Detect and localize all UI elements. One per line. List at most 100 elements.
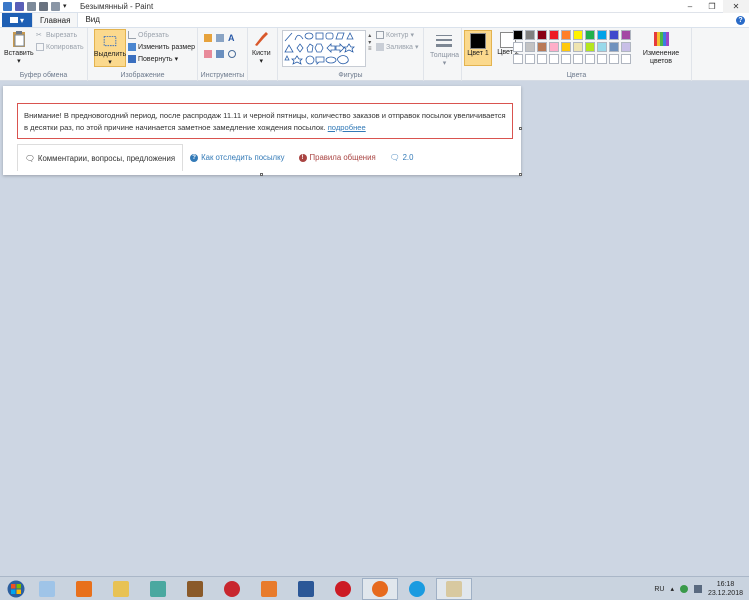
help-icon[interactable]: ? — [736, 16, 745, 25]
undo-icon[interactable] — [27, 1, 36, 11]
tab-home[interactable]: Главная — [32, 12, 79, 27]
rotate-button[interactable]: Повернуть ▾ — [128, 55, 178, 63]
palette-swatch[interactable] — [549, 54, 559, 64]
scroll-down-icon[interactable]: ▾ — [368, 39, 371, 46]
taskbar-explorer[interactable] — [103, 578, 139, 600]
crop-button[interactable]: Обрезать — [128, 31, 169, 39]
taskbar-skype[interactable] — [399, 578, 435, 600]
start-button[interactable] — [4, 578, 28, 600]
paste-button[interactable]: Вставить ▾ — [4, 30, 34, 65]
palette-swatch[interactable] — [561, 54, 571, 64]
resize-handle-bottom[interactable] — [260, 173, 263, 176]
firefox-icon — [372, 580, 388, 597]
magnifier-icon[interactable] — [228, 50, 236, 58]
pencil-icon[interactable] — [204, 34, 212, 42]
drawing-canvas[interactable]: Внимание! В предновогодний период, после… — [3, 86, 521, 175]
palette-swatch[interactable] — [597, 30, 607, 40]
taskbar-notepad[interactable] — [29, 578, 65, 600]
scroll-up-icon[interactable]: ▴ — [368, 32, 371, 39]
palette-swatch[interactable] — [573, 42, 583, 52]
taskbar-app-4[interactable] — [140, 578, 176, 600]
network-icon[interactable] — [679, 585, 688, 593]
palette-swatch[interactable] — [549, 30, 559, 40]
taskbar-app-7[interactable] — [251, 578, 287, 600]
taskbar-media-player[interactable] — [66, 578, 102, 600]
fill-icon[interactable] — [216, 34, 224, 42]
edit-colors-button[interactable]: Изменение цветов — [643, 30, 679, 66]
eraser-icon[interactable] — [204, 50, 212, 58]
brushes-label: Кисти — [252, 50, 271, 57]
fill-button[interactable]: Заливка ▾ — [376, 43, 418, 51]
palette-swatch[interactable] — [621, 42, 631, 52]
qat-dropdown-icon[interactable]: ▾ — [63, 2, 72, 11]
palette-swatch[interactable] — [525, 42, 535, 52]
tray-arrow-icon[interactable]: ▴ — [670, 585, 674, 593]
shapes-gallery[interactable] — [282, 30, 366, 67]
print-icon[interactable] — [39, 1, 48, 11]
taskbar-word[interactable] — [288, 578, 324, 600]
canvas-tab-comments: 🗨 Комментарии, вопросы, предложения — [17, 144, 184, 171]
brush-icon — [255, 32, 269, 46]
palette-swatch[interactable] — [609, 42, 619, 52]
palette-swatch[interactable] — [513, 30, 523, 40]
chevron-down-icon: ▾ — [410, 32, 414, 39]
taskbar-paint[interactable] — [436, 577, 472, 600]
size-label: Толщина — [430, 52, 459, 59]
palette-swatch[interactable] — [585, 54, 595, 64]
palette-swatch[interactable] — [525, 54, 535, 64]
tools-row-2 — [204, 50, 236, 58]
palette-swatch[interactable] — [537, 42, 547, 52]
palette-swatch[interactable] — [537, 30, 547, 40]
palette-swatch[interactable] — [513, 42, 523, 52]
language-indicator[interactable]: RU — [654, 586, 664, 593]
palette-swatch[interactable] — [525, 30, 535, 40]
close-button[interactable]: ✕ — [723, 0, 749, 13]
minimize-button[interactable]: – — [679, 0, 701, 13]
resize-button[interactable]: Изменить размер — [128, 43, 195, 51]
outline-button[interactable]: Контур ▾ — [376, 31, 414, 39]
size-button[interactable]: Толщина ▾ — [430, 32, 459, 67]
resize-handle-right[interactable] — [519, 127, 522, 130]
taskbar-app-6[interactable] — [214, 578, 250, 600]
palette-swatch[interactable] — [561, 30, 571, 40]
palette-swatch[interactable] — [597, 42, 607, 52]
taskbar-app-5[interactable] — [177, 578, 213, 600]
palette-swatch[interactable] — [621, 30, 631, 40]
palette-swatch[interactable] — [597, 54, 607, 64]
expand-icon[interactable]: ≡ — [368, 46, 372, 52]
color-picker-icon[interactable] — [216, 50, 224, 58]
palette-swatch[interactable] — [585, 30, 595, 40]
select-button[interactable]: Выделить ▾ — [94, 29, 126, 67]
file-menu-button[interactable]: ▾ — [2, 13, 32, 27]
taskbar-firefox[interactable] — [362, 577, 398, 600]
text-icon[interactable]: A — [228, 34, 236, 43]
clock[interactable]: 16:18 23.12.2018 — [708, 580, 743, 598]
brushes-button[interactable]: Кисти ▾ — [252, 30, 271, 65]
palette-swatch[interactable] — [585, 42, 595, 52]
volume-icon[interactable] — [693, 585, 702, 593]
tab-view[interactable]: Вид — [78, 12, 106, 27]
palette-swatch[interactable] — [621, 54, 631, 64]
shapes-scroll[interactable]: ▴ ▾ ≡ — [368, 32, 372, 52]
palette-swatch[interactable] — [573, 54, 583, 64]
print-preview-icon[interactable] — [51, 1, 60, 11]
color-1-button[interactable]: Цвет 1 — [464, 30, 492, 66]
taskbar-opera[interactable] — [325, 578, 361, 600]
palette-swatch[interactable] — [561, 42, 571, 52]
image-group-label: Изображение — [120, 72, 165, 79]
comments-icon: 🗨 — [25, 153, 35, 163]
palette-swatch[interactable] — [513, 54, 523, 64]
palette-swatch[interactable] — [549, 42, 559, 52]
palette-swatch[interactable] — [537, 54, 547, 64]
palette-swatch[interactable] — [609, 30, 619, 40]
save-icon[interactable] — [15, 1, 24, 11]
canvas-tab-version: 🗨 2.0 — [383, 144, 421, 171]
resize-handle-corner[interactable] — [519, 173, 522, 176]
color-1-label: Цвет 1 — [467, 50, 489, 57]
palette-swatch[interactable] — [609, 54, 619, 64]
cut-button[interactable]: ✂ Вырезать — [36, 31, 77, 40]
copy-button[interactable]: Копировать — [36, 43, 84, 51]
maximize-button[interactable]: ❐ — [701, 0, 723, 13]
window-controls: – ❐ ✕ — [679, 0, 749, 13]
palette-swatch[interactable] — [573, 30, 583, 40]
